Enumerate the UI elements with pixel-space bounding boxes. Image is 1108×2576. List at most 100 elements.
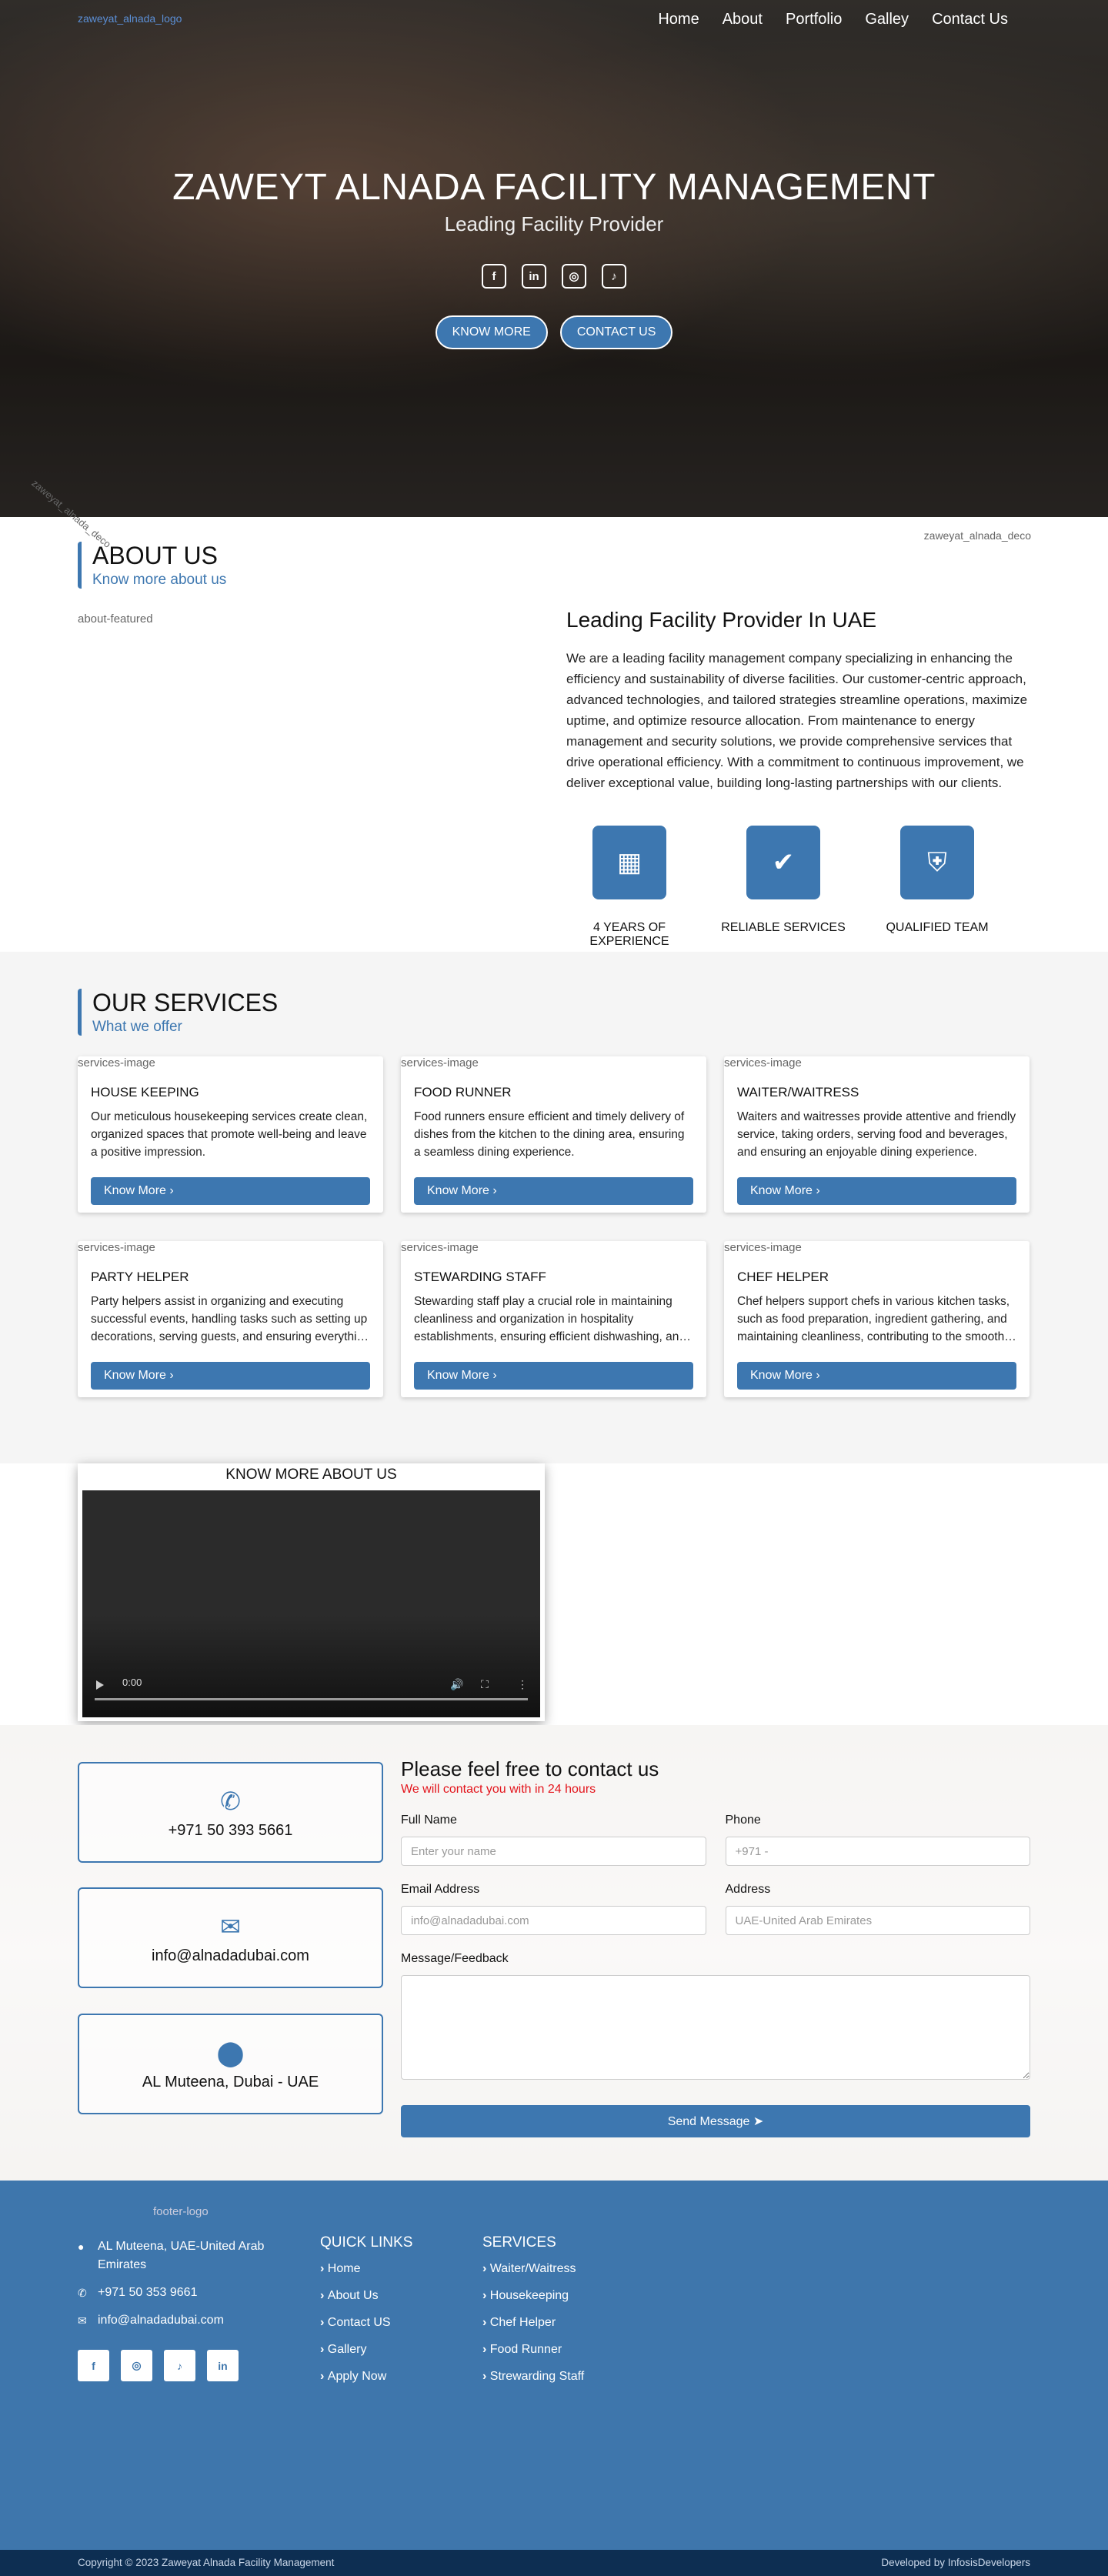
feature-label: 4 YEARS OF EXPERIENCE <box>589 921 669 948</box>
tiktok-icon[interactable]: ♪ <box>164 2350 195 2381</box>
video-progress-bar[interactable] <box>95 1698 528 1700</box>
services-heading: OUR SERVICES What we offer <box>78 989 278 1036</box>
services-links-title: SERVICES <box>482 2234 556 2251</box>
service-cards: services-image HOUSE KEEPING Our meticul… <box>78 1056 1030 1397</box>
deco-image: zaweyat_alnada_deco <box>923 529 1031 542</box>
instagram-icon[interactable]: ◎ <box>121 2350 152 2381</box>
full-name-input[interactable] <box>401 1837 706 1866</box>
fullscreen-icon[interactable]: ⛶ <box>481 1678 489 1691</box>
service-title: HOUSE KEEPING <box>91 1085 199 1099</box>
main-nav: Home About Portfolio Galley Contact Us <box>658 11 1008 28</box>
footer-link-stewarding[interactable]: Strewarding Staff <box>482 2370 584 2384</box>
service-title: STEWARDING STAFF <box>414 1270 546 1284</box>
quick-links-title: QUICK LINKS <box>320 2234 413 2251</box>
message-textarea[interactable] <box>401 1975 1030 2080</box>
footer-link-food-runner[interactable]: Food Runner <box>482 2343 584 2357</box>
shield-icon: ⛨ <box>900 826 974 899</box>
service-text: Food runners ensure efficient and timely… <box>414 1110 685 1159</box>
footer-link-chef-helper[interactable]: Chef Helper <box>482 2316 584 2330</box>
site-logo[interactable]: zaweyat_alnada_logo <box>78 12 182 25</box>
contact-address-card: ⬤ AL Muteena, Dubai - UAE <box>78 2014 383 2114</box>
form-subtitle: We will contact you with in 24 hours <box>401 1783 596 1796</box>
section-title: OUR SERVICES <box>92 989 279 1016</box>
know-more-button[interactable]: Know More › <box>414 1362 693 1390</box>
form-title: Please feel free to contact us <box>401 1757 659 1780</box>
video-time: 0:00 <box>122 1677 142 1688</box>
footer-phone: +971 50 353 9661 <box>98 2286 198 2299</box>
play-icon[interactable] <box>96 1680 104 1690</box>
service-image: services-image <box>724 1056 802 1069</box>
know-more-button[interactable]: Know More › <box>737 1362 1016 1390</box>
phone-icon: ✆ <box>78 2287 87 2299</box>
more-options-icon[interactable]: ⋮ <box>517 1678 528 1691</box>
services-section: OUR SERVICES What we offer services-imag… <box>0 952 1108 1463</box>
service-title: CHEF HELPER <box>737 1270 829 1284</box>
service-image: services-image <box>401 1241 479 1254</box>
phone-input[interactable] <box>725 1837 1030 1866</box>
section-subtitle: Know more about us <box>92 572 227 588</box>
contact-us-button[interactable]: CONTACT US <box>559 315 673 349</box>
nav-contact[interactable]: Contact Us <box>932 11 1008 28</box>
hero-title: ZAWEYT ALNADA FACILITY MANAGEMENT <box>172 167 936 208</box>
footer-link-waiter[interactable]: Waiter/Waitress <box>482 2262 584 2276</box>
feature-reliable: ✔ RELIABLE SERVICES <box>706 826 860 949</box>
footer-link-about[interactable]: About Us <box>320 2289 412 2303</box>
service-title: PARTY HELPER <box>91 1270 189 1284</box>
know-more-button[interactable]: Know More › <box>91 1362 370 1390</box>
footer-link-apply[interactable]: Apply Now <box>320 2370 412 2384</box>
instagram-icon[interactable]: ◎ <box>562 264 586 289</box>
address-input[interactable] <box>725 1906 1030 1935</box>
service-card: services-image CHEF HELPER Chef helpers … <box>724 1241 1030 1397</box>
facebook-icon[interactable]: f <box>482 264 506 289</box>
check-circle-icon: ✔ <box>746 826 820 899</box>
send-message-button[interactable]: Send Message ➤ <box>401 2105 1030 2137</box>
email-input[interactable] <box>401 1906 706 1935</box>
about-heading: ABOUT US Know more about us <box>78 542 226 589</box>
phone-icon: ✆ <box>220 1787 241 1815</box>
linkedin-icon[interactable]: in <box>207 2350 239 2381</box>
know-more-button[interactable]: Know More › <box>737 1177 1016 1205</box>
footer-bottom-bar: Copyright © 2023 Zaweyat Alnada Facility… <box>0 2550 1108 2576</box>
footer-address: AL Muteena, UAE-United Arab Emirates <box>98 2240 265 2271</box>
service-card: services-image FOOD RUNNER Food runners … <box>401 1056 706 1213</box>
envelope-icon: ✉ <box>220 1913 241 1940</box>
contact-phone-card: ✆ +971 50 393 5661 <box>78 1762 383 1863</box>
about-body: We are a leading facility management com… <box>566 651 1028 790</box>
developer-credit[interactable]: Developed by InfosisDevelopers <box>881 2557 1030 2568</box>
know-more-button[interactable]: Know More › <box>91 1177 370 1205</box>
contact-section: ✆ +971 50 393 5661 ✉ info@alnadadubai.co… <box>0 1725 1108 2181</box>
video-player[interactable]: 0:00 🔊 ⛶ ⋮ <box>82 1490 540 1717</box>
footer-contact-info: ● AL Muteena, UAE-United Arab Emirates ✆ +… <box>78 2237 301 2339</box>
facebook-icon[interactable]: f <box>78 2350 109 2381</box>
service-card: services-image PARTY HELPER Party helper… <box>78 1241 383 1397</box>
nav-portfolio[interactable]: Portfolio <box>786 11 842 28</box>
service-card: services-image HOUSE KEEPING Our meticul… <box>78 1056 383 1213</box>
contact-email: info@alnadadubai.com <box>152 1947 309 1964</box>
feature-label: RELIABLE SERVICES <box>721 921 846 934</box>
service-text: Waiters and waitresses provide attentive… <box>737 1110 1016 1159</box>
tiktok-icon[interactable]: ♪ <box>602 264 626 289</box>
service-image: services-image <box>78 1241 155 1254</box>
footer-link-home[interactable]: Home <box>320 2262 412 2276</box>
volume-icon[interactable]: 🔊 <box>450 1678 463 1691</box>
nav-home[interactable]: Home <box>658 11 699 28</box>
service-text: Stewarding staff play a crucial role in … <box>414 1295 686 1343</box>
nav-gallery[interactable]: Galley <box>865 11 909 28</box>
linkedin-icon[interactable]: in <box>522 264 546 289</box>
section-title: ABOUT US <box>92 542 218 569</box>
nav-about[interactable]: About <box>723 11 763 28</box>
envelope-icon: ✉ <box>78 2314 87 2327</box>
feature-team: ⛨ QUALIFIED TEAM <box>860 826 1014 949</box>
footer-services-links: SERVICES Waiter/Waitress Housekeeping Ch… <box>482 2234 584 2397</box>
service-text: Party helpers assist in organizing and e… <box>91 1295 370 1343</box>
footer-link-gallery[interactable]: Gallery <box>320 2343 412 2357</box>
footer-link-housekeeping[interactable]: Housekeeping <box>482 2289 584 2303</box>
know-more-button[interactable]: KNOW MORE <box>435 315 548 349</box>
know-more-button[interactable]: Know More › <box>414 1177 693 1205</box>
email-label: Email Address <box>401 1883 480 1896</box>
service-image: services-image <box>78 1056 155 1069</box>
hero-subtitle: Leading Facility Provider <box>444 212 664 235</box>
contact-address: AL Muteena, Dubai - UAE <box>142 2074 319 2090</box>
footer-link-contact[interactable]: Contact US <box>320 2316 412 2330</box>
video-section: KNOW MORE ABOUT US 0:00 🔊 ⛶ ⋮ <box>0 1463 1108 1725</box>
